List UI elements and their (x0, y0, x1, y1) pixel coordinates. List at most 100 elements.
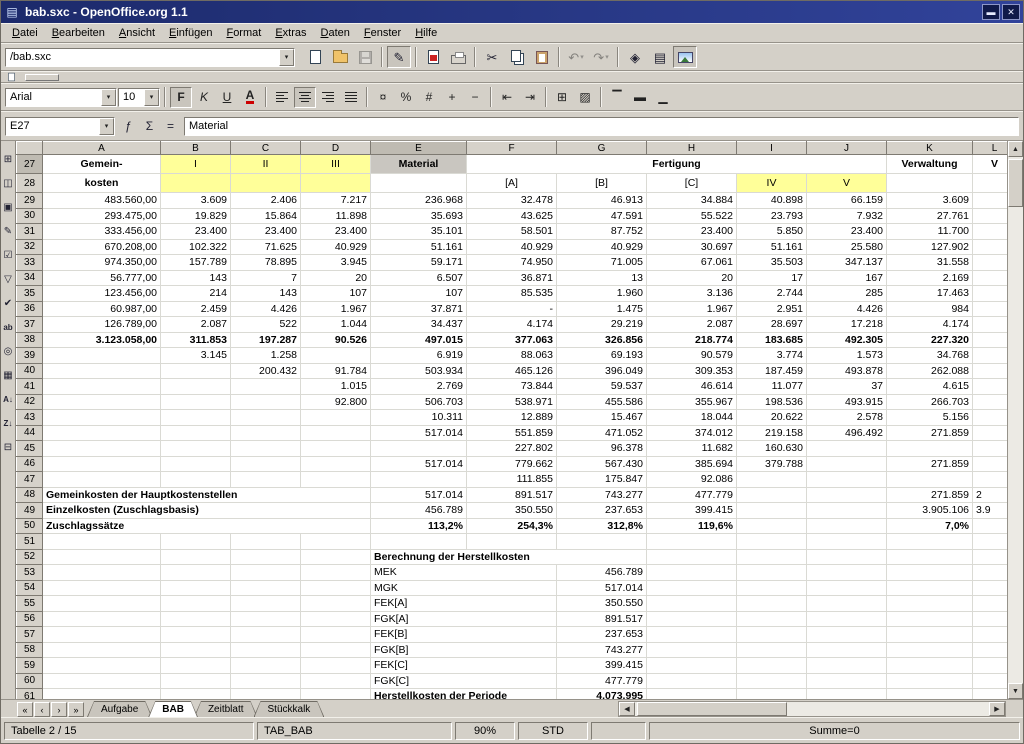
cell-A53[interactable] (43, 565, 161, 581)
cell-C44[interactable] (231, 425, 301, 441)
cell-B40[interactable] (161, 363, 231, 379)
cell-B57[interactable] (161, 627, 231, 643)
cell-A57[interactable] (43, 627, 161, 643)
row-header-28[interactable]: 28 (17, 174, 43, 193)
font-name-combo[interactable]: Arial▾ (5, 88, 117, 107)
cell-E28[interactable] (371, 174, 467, 193)
cell-G39[interactable]: 69.193 (557, 348, 647, 364)
cell-F42[interactable]: 538.971 (467, 394, 557, 410)
cell-L28[interactable] (973, 174, 1008, 193)
cell-F27[interactable]: Fertigung (467, 155, 887, 174)
cell-E35[interactable]: 107 (371, 286, 467, 302)
cell-I38[interactable]: 183.685 (737, 332, 807, 348)
remove-decimal-button[interactable]: − (464, 87, 486, 108)
cell-D56[interactable] (301, 611, 371, 627)
cell-A28[interactable]: kosten (43, 174, 161, 193)
row-header-59[interactable]: 59 (17, 658, 43, 674)
cell-H49[interactable]: 399.415 (647, 503, 737, 519)
toolbar-grip-handle[interactable] (25, 74, 59, 81)
zoom-level[interactable]: 90% (455, 722, 515, 740)
cell-I42[interactable]: 198.536 (737, 394, 807, 410)
cell-H39[interactable]: 90.579 (647, 348, 737, 364)
cell-B52[interactable] (161, 549, 231, 565)
cell-K49[interactable]: 3.905.106 (887, 503, 973, 519)
row-header-41[interactable]: 41 (17, 379, 43, 395)
cell-D37[interactable]: 1.044 (301, 317, 371, 333)
row-header-39[interactable]: 39 (17, 348, 43, 364)
cell-C58[interactable] (231, 642, 301, 658)
cell-J43[interactable]: 2.578 (807, 410, 887, 426)
cell-A58[interactable] (43, 642, 161, 658)
cell-A33[interactable]: 974.350,00 (43, 255, 161, 271)
row-header-50[interactable]: 50 (17, 518, 43, 534)
row-header-29[interactable]: 29 (17, 193, 43, 209)
font-size-combo[interactable]: 10▾ (118, 88, 160, 107)
cell-E52[interactable]: Berechnung der Herstellkosten (371, 549, 647, 565)
cell-E34[interactable]: 6.507 (371, 270, 467, 286)
cell-D32[interactable]: 40.929 (301, 239, 371, 255)
cell-B34[interactable]: 143 (161, 270, 231, 286)
column-header-C[interactable]: C (231, 142, 301, 155)
cell-G36[interactable]: 1.475 (557, 301, 647, 317)
cell-J58[interactable] (807, 642, 887, 658)
cell-C55[interactable] (231, 596, 301, 612)
cell-B44[interactable] (161, 425, 231, 441)
cell-H48[interactable]: 477.779 (647, 487, 737, 503)
cell-A45[interactable] (43, 441, 161, 457)
cell-K55[interactable] (887, 596, 973, 612)
cell-E58[interactable]: FGK[B] (371, 642, 557, 658)
menu-hilfe[interactable]: Hilfe (408, 25, 444, 41)
cell-D55[interactable] (301, 596, 371, 612)
cell-G53[interactable]: 456.789 (557, 565, 647, 581)
cell-G56[interactable]: 891.517 (557, 611, 647, 627)
cell-H45[interactable]: 11.682 (647, 441, 737, 457)
cell-L38[interactable] (973, 332, 1008, 348)
insert-cells-button[interactable]: ◫ (1, 173, 15, 193)
cell-F29[interactable]: 32.478 (467, 193, 557, 209)
cell-B53[interactable] (161, 565, 231, 581)
cell-E29[interactable]: 236.968 (371, 193, 467, 209)
save-document-button[interactable] (353, 46, 377, 68)
cell-G50[interactable]: 312,8% (557, 518, 647, 534)
cell-F40[interactable]: 465.126 (467, 363, 557, 379)
cell-D57[interactable] (301, 627, 371, 643)
cell-D60[interactable] (301, 673, 371, 689)
edit-file-button[interactable]: ✎ (387, 46, 411, 68)
insert-mode[interactable]: STD (518, 722, 588, 740)
cell-H55[interactable] (647, 596, 737, 612)
cell-B43[interactable] (161, 410, 231, 426)
group-button[interactable]: ⊟ (1, 437, 15, 457)
cell-L40[interactable] (973, 363, 1008, 379)
cell-A55[interactable] (43, 596, 161, 612)
cell-E31[interactable]: 35.101 (371, 224, 467, 240)
cell-B55[interactable] (161, 596, 231, 612)
row-header-38[interactable]: 38 (17, 332, 43, 348)
cell-I51[interactable] (737, 534, 807, 550)
row-header-53[interactable]: 53 (17, 565, 43, 581)
row-header-56[interactable]: 56 (17, 611, 43, 627)
cell-G29[interactable]: 46.913 (557, 193, 647, 209)
column-header-J[interactable]: J (807, 142, 887, 155)
cell-B46[interactable] (161, 456, 231, 472)
vertical-scroll-thumb[interactable] (1008, 159, 1023, 207)
number-format-standard-button[interactable]: # (418, 87, 440, 108)
align-right-button[interactable] (317, 87, 339, 108)
cell-I61[interactable] (737, 689, 807, 700)
cell-J49[interactable] (807, 503, 887, 519)
cell-J50[interactable] (807, 518, 887, 534)
cell-K41[interactable]: 4.615 (887, 379, 973, 395)
cell-E43[interactable]: 10.311 (371, 410, 467, 426)
italic-button[interactable]: K (193, 87, 215, 108)
cell-A27[interactable]: Gemein- (43, 155, 161, 174)
cell-D52[interactable] (301, 549, 371, 565)
cell-C61[interactable] (231, 689, 301, 700)
cell-J36[interactable]: 4.426 (807, 301, 887, 317)
cell-K51[interactable] (887, 534, 973, 550)
cell-K40[interactable]: 262.088 (887, 363, 973, 379)
cell-F46[interactable]: 779.662 (467, 456, 557, 472)
scroll-down-icon[interactable]: ▼ (1008, 683, 1023, 699)
cell-L50[interactable] (973, 518, 1008, 534)
cell-I41[interactable]: 11.077 (737, 379, 807, 395)
cell-L47[interactable] (973, 472, 1008, 488)
number-format-currency-button[interactable]: ¤ (372, 87, 394, 108)
